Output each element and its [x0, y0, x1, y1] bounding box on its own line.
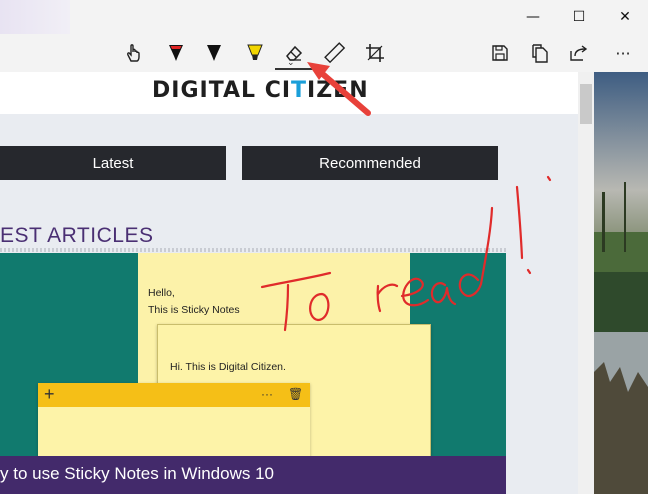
- maximize-icon: ☐: [572, 9, 586, 25]
- save-icon: [492, 45, 508, 61]
- scrollbar-thumb[interactable]: [580, 84, 592, 124]
- pencil-button[interactable]: [201, 40, 227, 66]
- section-divider: [0, 248, 506, 252]
- article-caption[interactable]: y to use Sticky Notes in Windows 10: [0, 456, 506, 494]
- sticky-note-toolbar: + ··· 🗑: [38, 383, 310, 407]
- delete-icon[interactable]: 🗑: [288, 383, 303, 405]
- ballpoint-pen-icon: [169, 45, 183, 61]
- maximize-button[interactable]: ☐: [556, 0, 602, 34]
- add-note-icon[interactable]: +: [44, 383, 55, 405]
- site-logo: DIGITAL CITIZEN: [152, 78, 369, 103]
- save-button[interactable]: [487, 40, 513, 66]
- inking-toolbar: ↷: [0, 34, 648, 93]
- more-icon: ···: [615, 43, 631, 63]
- share-icon: [570, 45, 588, 61]
- share-button[interactable]: [566, 40, 592, 66]
- web-page-capture: DIGITAL CITIZEN Latest Recommended EST A…: [0, 72, 578, 494]
- crop-icon: [366, 44, 384, 62]
- note-line: Hi. This is Digital Citizen.: [170, 361, 286, 373]
- nav-latest-button[interactable]: Latest: [0, 146, 226, 180]
- pencil-icon: [207, 45, 221, 61]
- selected-tool-indicator: [275, 68, 313, 70]
- note-line: This is Sticky Notes: [148, 304, 240, 316]
- site-header: DIGITAL CITIZEN: [0, 72, 578, 114]
- note-line: Hello,: [148, 287, 175, 299]
- nav-recommended-button[interactable]: Recommended: [242, 146, 498, 180]
- minimize-button[interactable]: —: [510, 0, 556, 34]
- touch-writing-icon: [127, 44, 140, 62]
- more-button[interactable]: ···: [610, 40, 636, 66]
- ruler-button[interactable]: [322, 40, 348, 66]
- crop-button[interactable]: [362, 40, 388, 66]
- highlighter-icon: [247, 44, 263, 60]
- touch-writing-button[interactable]: [121, 40, 147, 66]
- title-bar: — ☐ ✕: [0, 0, 648, 72]
- chevron-down-icon[interactable]: ⌄: [287, 58, 295, 68]
- sticky-note-active: + ··· 🗑: [38, 383, 310, 463]
- background-photo: [594, 72, 648, 494]
- minimize-icon: —: [526, 9, 540, 25]
- section-title: EST ARTICLES: [0, 224, 154, 247]
- more-icon[interactable]: ···: [261, 383, 273, 405]
- close-icon: ✕: [619, 9, 631, 25]
- ballpoint-pen-button[interactable]: [163, 40, 189, 66]
- ruler-icon: [324, 42, 346, 64]
- copy-icon: [532, 44, 548, 63]
- close-button[interactable]: ✕: [602, 0, 648, 34]
- highlighter-button[interactable]: [242, 40, 268, 66]
- vertical-scrollbar[interactable]: [578, 72, 594, 494]
- copy-button[interactable]: [527, 40, 553, 66]
